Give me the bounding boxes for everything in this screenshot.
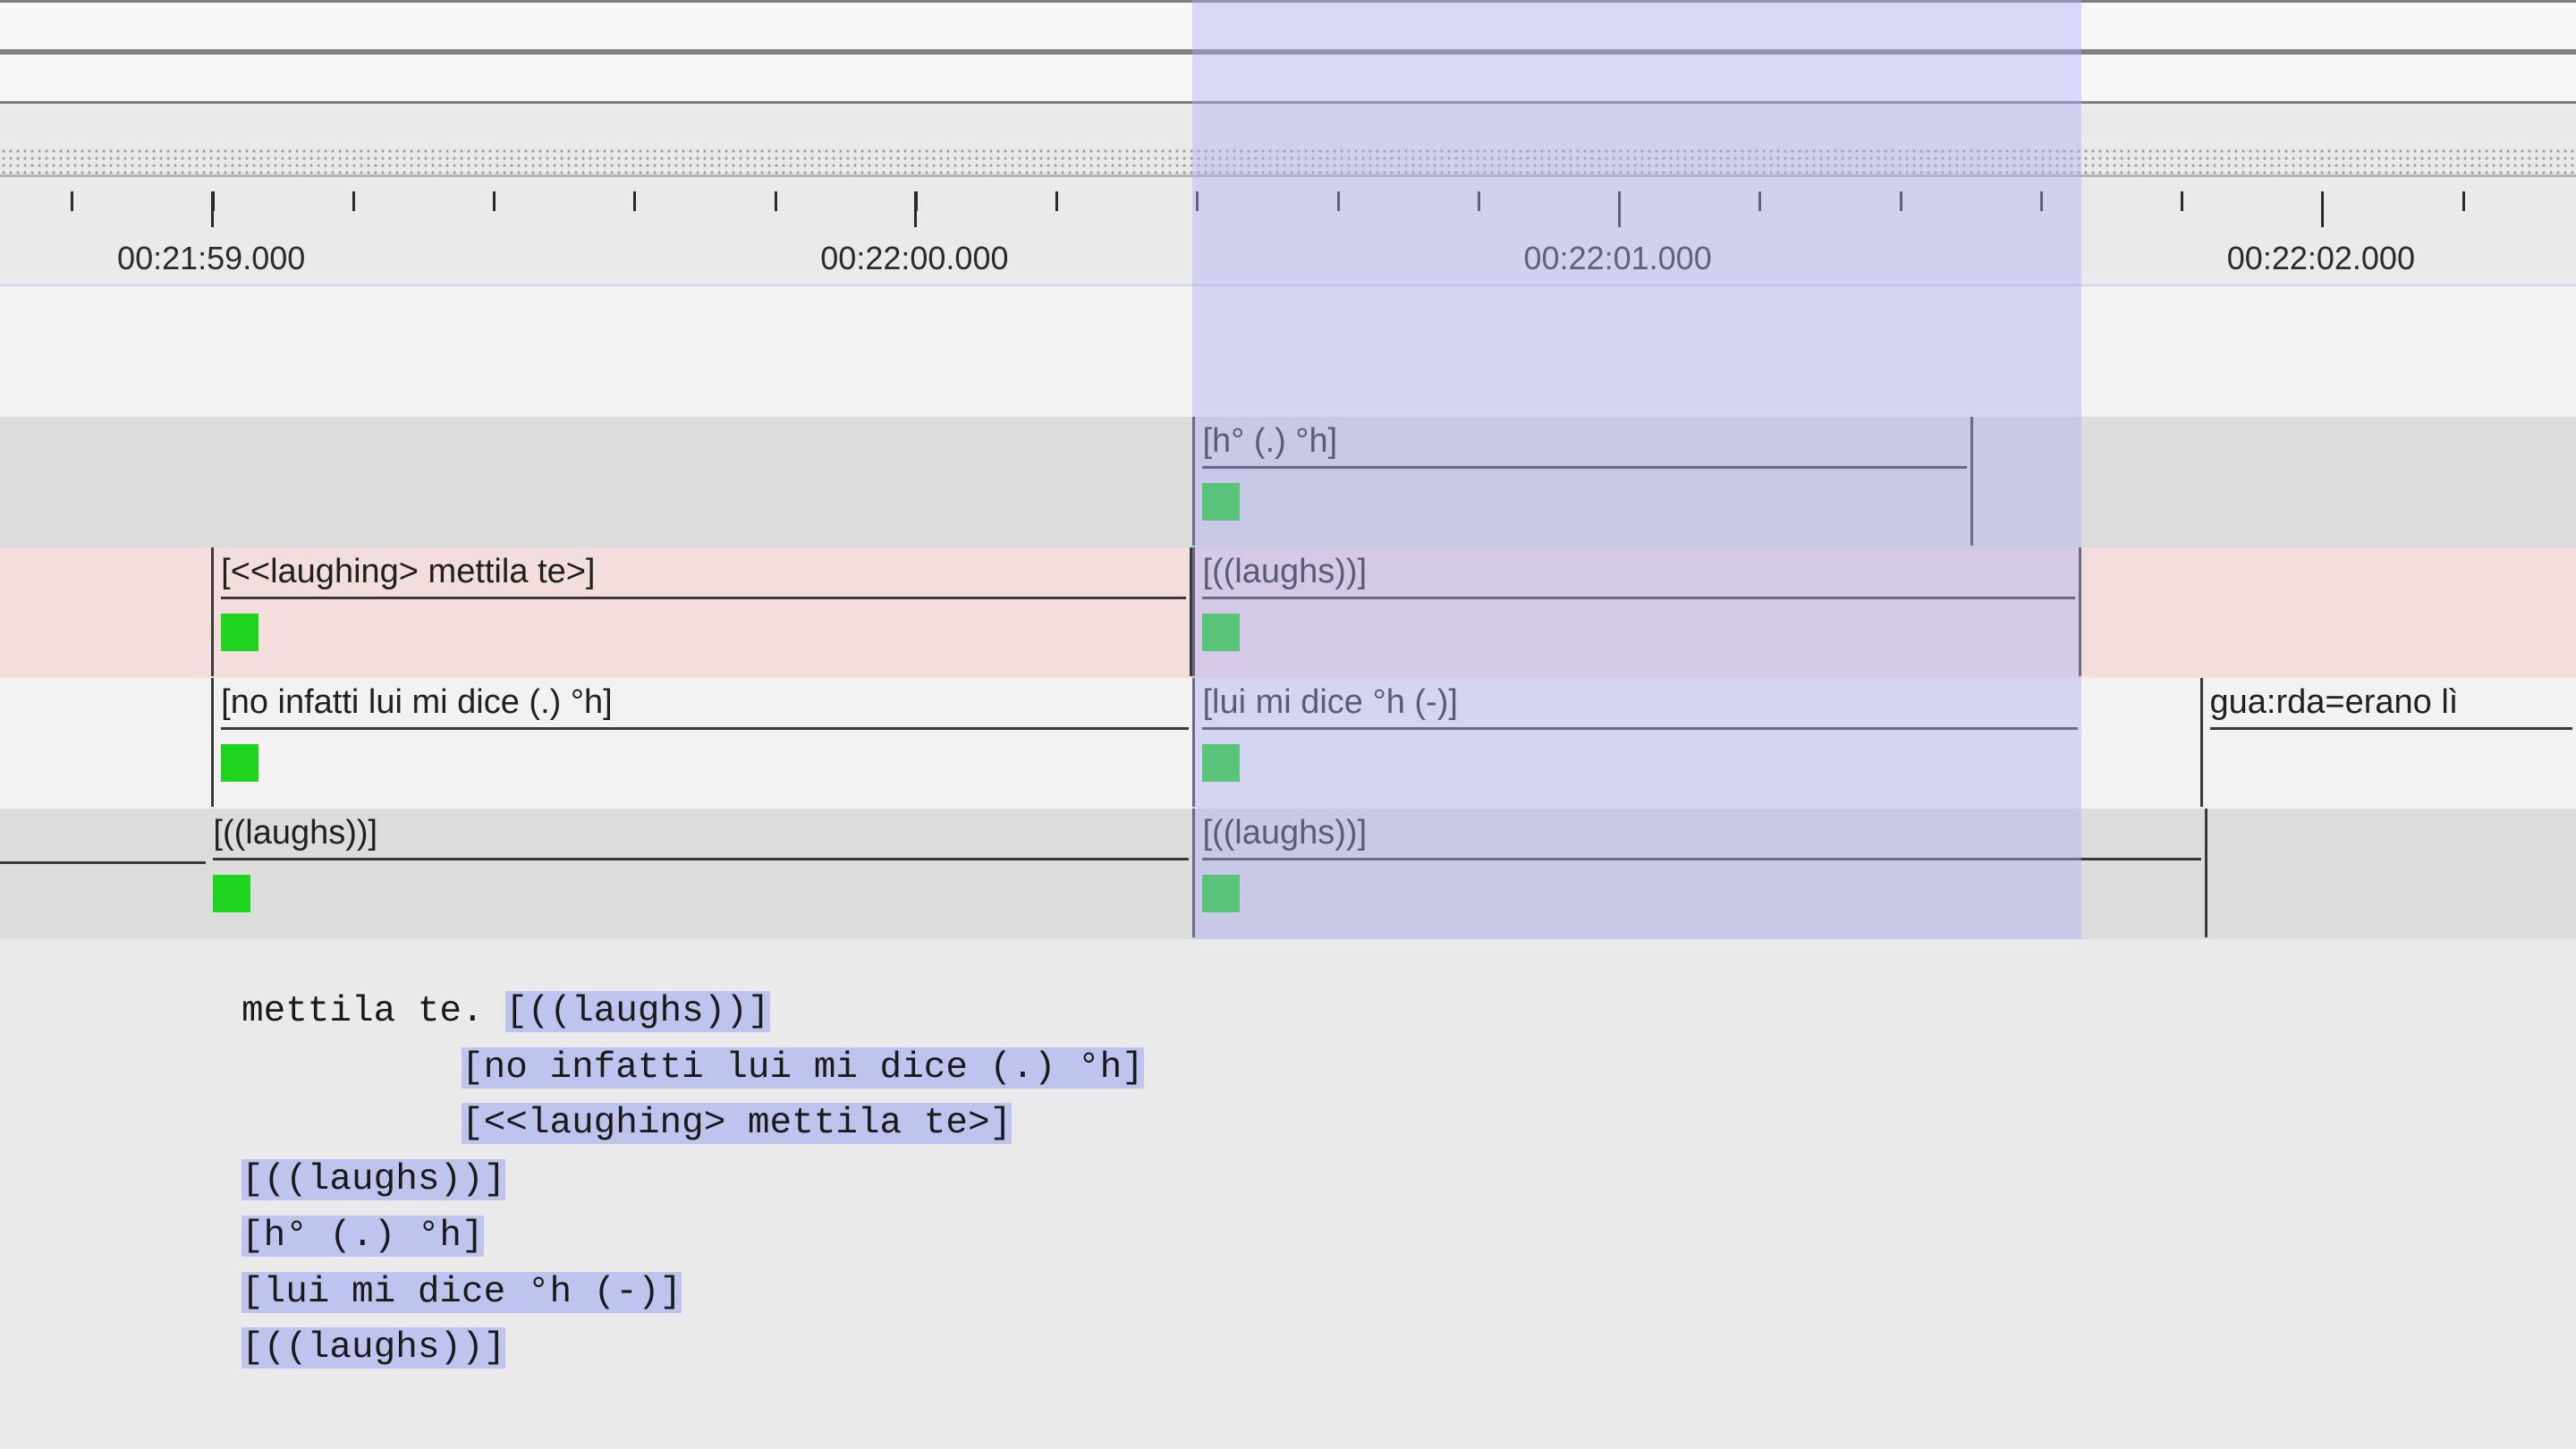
transcript-bracket: [<<laughing> mettila te>] bbox=[462, 1103, 1012, 1144]
ruler-tick-minor bbox=[2181, 191, 2183, 211]
annotation-segment[interactable]: [no infatti lui mi dice (.) °h] bbox=[211, 678, 1192, 807]
transcript-bracket: [h° (.) °h] bbox=[242, 1216, 484, 1257]
annotation-segment[interactable]: gua:rda=erano lì bbox=[2200, 678, 2576, 807]
divider-dotted bbox=[0, 148, 2576, 174]
ruler-time-label: 00:22:02.000 bbox=[2227, 240, 2415, 277]
ruler-tick-major bbox=[1618, 191, 1621, 227]
annotation-text: [<<laughing> mettila te>] bbox=[221, 549, 1186, 599]
annotation-tier[interactable] bbox=[0, 286, 2576, 417]
transcript-panel[interactable]: mettila te. [((laughs))] [no infatti lui… bbox=[0, 944, 2576, 1449]
transcript-line[interactable]: [((laughs))] bbox=[242, 1152, 2576, 1208]
time-ruler[interactable]: 00:21:59.000 00:22:00.000 00:22:01.000 00:2… bbox=[0, 177, 2576, 284]
annotation-text: [no infatti lui mi dice (.) °h] bbox=[221, 680, 1189, 730]
ruler-tick-minor bbox=[1055, 191, 1058, 211]
ruler-tick-major bbox=[2321, 191, 2324, 227]
annotation-text: [((laughs))] bbox=[213, 810, 1189, 860]
ruler-time-label: 00:22:00.000 bbox=[820, 240, 1008, 277]
tier-baseline bbox=[0, 861, 206, 864]
transcript-line[interactable]: [h° (.) °h] bbox=[242, 1208, 2576, 1265]
annotation-tier[interactable]: [((laughs))] [((laughs))] bbox=[0, 809, 2576, 939]
annotation-segment[interactable]: [((laughs))] bbox=[206, 809, 1192, 937]
annotation-text: gua:rda=erano lì bbox=[2210, 680, 2572, 730]
annotation-tier[interactable]: [<<laughing> mettila te>] [((laughs))] bbox=[0, 547, 2576, 678]
ruler-tick-minor bbox=[633, 191, 636, 211]
segment-marker-icon bbox=[1202, 483, 1240, 521]
ruler-tick-minor bbox=[1196, 191, 1199, 211]
ruler-tick-minor bbox=[493, 191, 496, 211]
annotation-tier[interactable]: [h° (.) °h] bbox=[0, 417, 2576, 547]
segment-marker-icon bbox=[1202, 875, 1240, 912]
transcript-bracket: [((laughs))] bbox=[505, 991, 769, 1032]
transcript-bracket: [no infatti lui mi dice (.) °h] bbox=[462, 1047, 1144, 1089]
ruler-tick-minor bbox=[1478, 191, 1480, 211]
transcript-bracket: [lui mi dice °h (-)] bbox=[242, 1272, 682, 1313]
ruler-tick-minor bbox=[2040, 191, 2043, 211]
ruler-tick-major bbox=[914, 191, 917, 227]
ruler-tick-minor bbox=[1900, 191, 1902, 211]
segment-marker-icon bbox=[221, 744, 258, 782]
ruler-time-label: 00:22:01.000 bbox=[1524, 240, 1712, 277]
transcript-line[interactable]: mettila te. [((laughs))] bbox=[242, 984, 2576, 1040]
annotation-text: [h° (.) °h] bbox=[1202, 419, 1967, 469]
waveform-channel-2[interactable] bbox=[0, 52, 2576, 104]
annotation-segment[interactable]: [((laughs))] bbox=[1192, 547, 2081, 676]
segment-marker-icon bbox=[1202, 614, 1240, 651]
ruler-time-label: 00:21:59.000 bbox=[117, 240, 305, 277]
ruler-tick-minor bbox=[71, 191, 73, 211]
annotation-tier[interactable]: [no infatti lui mi dice (.) °h] [lui mi d… bbox=[0, 678, 2576, 809]
transcript-line[interactable]: [lui mi dice °h (-)] bbox=[242, 1265, 2576, 1321]
transcript-line[interactable]: [((laughs))] bbox=[242, 1320, 2576, 1377]
ruler-tick-minor bbox=[1337, 191, 1340, 211]
transcript-line[interactable]: [no infatti lui mi dice (.) °h] bbox=[242, 1040, 2576, 1097]
segment-marker-icon bbox=[221, 614, 258, 651]
annotation-segment[interactable]: [lui mi dice °h (-)] bbox=[1192, 678, 2081, 807]
ruler-tick-minor bbox=[775, 191, 777, 211]
annotation-text: [((laughs))] bbox=[1202, 549, 2075, 599]
annotation-segment[interactable]: [((laughs))] bbox=[1192, 809, 2207, 937]
ruler-tick-major bbox=[211, 191, 214, 227]
segment-marker-icon bbox=[213, 875, 250, 912]
segment-marker-icon bbox=[1202, 744, 1240, 782]
ruler-tick-minor bbox=[1758, 191, 1761, 211]
annotation-segment[interactable]: [h° (.) °h] bbox=[1192, 417, 1973, 546]
ruler-tick-minor bbox=[352, 191, 355, 211]
transcript-bracket: [((laughs))] bbox=[242, 1159, 505, 1200]
annotation-text: [lui mi dice °h (-)] bbox=[1202, 680, 2078, 730]
ruler-tick-minor bbox=[2462, 191, 2465, 211]
transcript-text: mettila te. bbox=[242, 991, 505, 1032]
annotation-segment[interactable]: [<<laughing> mettila te>] bbox=[211, 547, 1192, 676]
transcript-line[interactable]: [<<laughing> mettila te>] bbox=[242, 1096, 2576, 1152]
waveform-channel-1[interactable] bbox=[0, 0, 2576, 52]
annotation-text: [((laughs))] bbox=[1202, 810, 2201, 860]
transcript-bracket: [((laughs))] bbox=[242, 1327, 505, 1368]
